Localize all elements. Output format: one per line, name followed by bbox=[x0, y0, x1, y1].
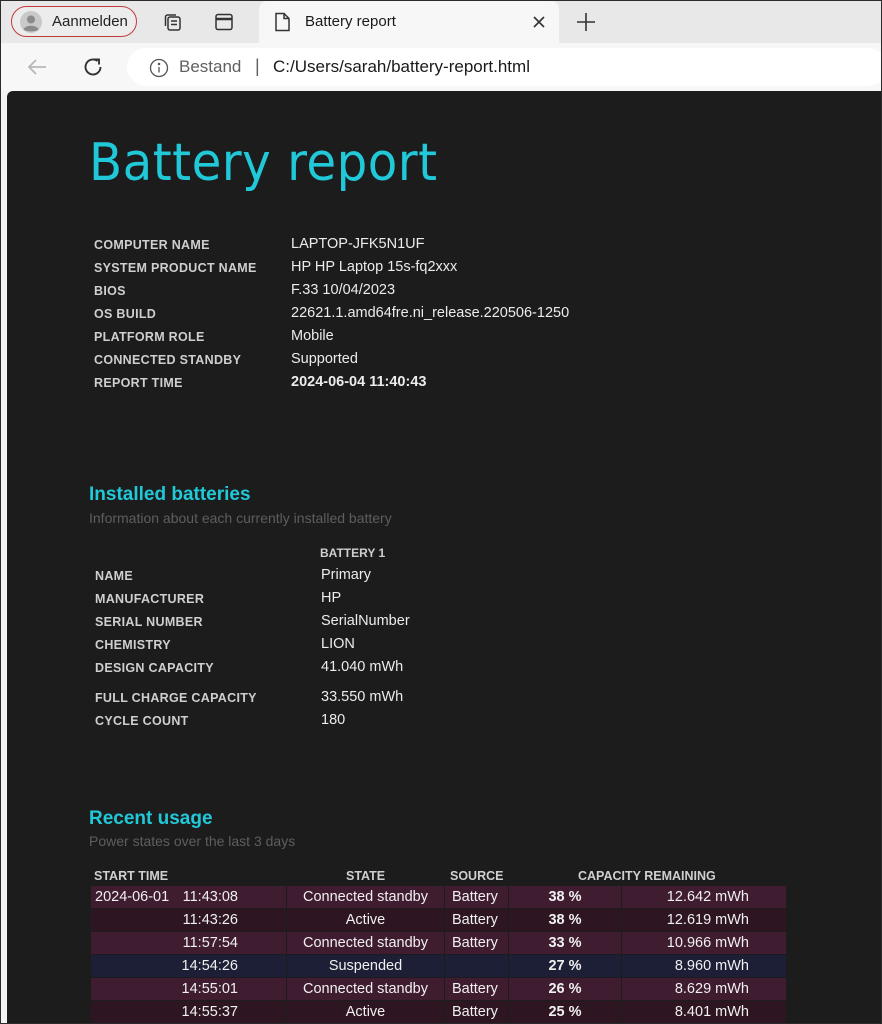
installed-batteries-heading: Installed batteries bbox=[89, 484, 251, 505]
address-separator: | bbox=[255, 56, 260, 76]
system-info-label: REPORT TIME bbox=[94, 376, 183, 390]
tab-strip: Aanmelden Battery report bbox=[1, 1, 881, 43]
avatar-icon bbox=[20, 10, 42, 33]
tab-title: Battery report bbox=[305, 13, 396, 30]
table-row: 2024-06-01 11:43:08 Connected standby Batte… bbox=[91, 886, 786, 908]
browser-window: Aanmelden Battery report Bestand | C:/Us… bbox=[0, 0, 882, 1024]
table-row: 11:57:54 Connected standby Battery 33 % 10.9… bbox=[91, 932, 786, 954]
battery-info-label: MANUFACTURER bbox=[95, 592, 205, 606]
capacity-mwh-cell: 10.966 mWh bbox=[621, 932, 786, 954]
capacity-percent-cell: 25 % bbox=[508, 1001, 621, 1023]
installed-batteries-subtitle: Information about each currently install… bbox=[89, 510, 392, 526]
battery-info-value: 180 bbox=[321, 712, 346, 728]
source-header: SOURCE bbox=[450, 869, 504, 883]
system-info-value: 2024-06-04 11:40:43 bbox=[291, 374, 427, 390]
start-time-cell: 14:55:37 bbox=[181, 1004, 238, 1020]
capacity-percent-cell: 26 % bbox=[508, 978, 621, 1000]
system-info-value: LAPTOP-JFK5N1UF bbox=[291, 236, 425, 252]
document-icon bbox=[273, 12, 291, 37]
battery-info-value: Primary bbox=[321, 567, 371, 583]
system-info-label: COMPUTER NAME bbox=[94, 238, 210, 252]
address-url[interactable]: C:/Users/sarah/battery-report.html bbox=[273, 57, 530, 77]
battery-info-label: SERIAL NUMBER bbox=[95, 615, 203, 629]
profile-label: Aanmelden bbox=[52, 13, 128, 30]
profile-button[interactable]: Aanmelden bbox=[11, 6, 137, 37]
capacity-percent-cell: 38 % bbox=[508, 909, 621, 931]
source-cell: Battery bbox=[444, 909, 508, 931]
collections-icon[interactable] bbox=[161, 11, 183, 33]
battery-info-label: CHEMISTRY bbox=[95, 638, 171, 652]
source-cell: Battery bbox=[444, 1001, 508, 1023]
capacity-mwh-cell: 8.629 mWh bbox=[621, 978, 786, 1000]
table-row: 11:43:26 Active Battery 38 % 12.619 mWh bbox=[91, 909, 786, 931]
address-bar[interactable]: Bestand | C:/Users/sarah/battery-report.… bbox=[127, 48, 881, 86]
start-time-cell: 11:43:08 bbox=[182, 889, 238, 905]
system-info-label: SYSTEM PRODUCT NAME bbox=[94, 261, 257, 275]
new-tab-icon[interactable] bbox=[575, 11, 597, 38]
source-cell: Battery bbox=[444, 886, 508, 908]
battery-column-header: BATTERY 1 bbox=[320, 546, 386, 560]
system-info-value: Mobile bbox=[291, 328, 334, 344]
start-time-cell: 11:43:26 bbox=[182, 912, 238, 928]
capacity-mwh-cell: 12.642 mWh bbox=[621, 886, 786, 908]
system-info-label: BIOS bbox=[94, 284, 126, 298]
info-icon[interactable] bbox=[149, 58, 169, 83]
system-info-label: PLATFORM ROLE bbox=[94, 330, 205, 344]
capacity-remaining-header: CAPACITY REMAINING bbox=[578, 869, 716, 883]
back-icon[interactable] bbox=[25, 55, 49, 84]
recent-usage-subtitle: Power states over the last 3 days bbox=[89, 833, 296, 849]
state-header: STATE bbox=[346, 869, 386, 883]
capacity-percent-cell: 38 % bbox=[508, 886, 621, 908]
state-cell: Active bbox=[286, 1001, 444, 1023]
battery-info-value: SerialNumber bbox=[321, 613, 410, 629]
navigation-bar: Bestand | C:/Users/sarah/battery-report.… bbox=[1, 43, 881, 91]
source-cell bbox=[444, 955, 508, 977]
battery-info-value: 33.550 mWh bbox=[321, 689, 404, 705]
capacity-percent-cell: 33 % bbox=[508, 932, 621, 954]
capacity-mwh-cell: 8.401 mWh bbox=[621, 1001, 786, 1023]
system-info-label: CONNECTED STANDBY bbox=[94, 353, 242, 367]
start-time-header: START TIME bbox=[94, 869, 169, 883]
capacity-mwh-cell: 8.960 mWh bbox=[621, 955, 786, 977]
start-time-cell: 14:54:26 bbox=[181, 958, 238, 974]
state-cell: Connected standby bbox=[286, 886, 444, 908]
system-info-value: Supported bbox=[291, 351, 358, 367]
tab-battery-report[interactable]: Battery report bbox=[259, 1, 559, 43]
system-info-value: HP HP Laptop 15s-fq2xxx bbox=[291, 259, 458, 275]
battery-info-label: FULL CHARGE CAPACITY bbox=[95, 691, 257, 705]
source-cell: Battery bbox=[444, 978, 508, 1000]
system-info-value: F.33 10/04/2023 bbox=[291, 282, 396, 298]
state-cell: Connected standby bbox=[286, 978, 444, 1000]
page-title: Battery report bbox=[89, 133, 438, 193]
page-content: Battery report COMPUTER NAME LAPTOP-JFK5N… bbox=[7, 91, 881, 1023]
source-cell: Battery bbox=[444, 932, 508, 954]
battery-info-label: CYCLE COUNT bbox=[95, 714, 189, 728]
table-row: 14:54:26 Suspended 27 % 8.960 mWh bbox=[91, 955, 786, 977]
vertical-tabs-icon[interactable] bbox=[213, 11, 235, 33]
battery-info-value: LION bbox=[321, 636, 355, 652]
capacity-mwh-cell: 12.619 mWh bbox=[621, 909, 786, 931]
system-info-value: 22621.1.amd64fre.ni_release.220506-1250 bbox=[291, 305, 570, 321]
start-time-cell: 11:57:54 bbox=[182, 935, 238, 951]
state-cell: Suspended bbox=[286, 955, 444, 977]
battery-info-value: HP bbox=[321, 590, 342, 606]
state-cell: Connected standby bbox=[286, 932, 444, 954]
recent-usage-heading: Recent usage bbox=[89, 808, 213, 829]
close-tab-icon[interactable] bbox=[529, 12, 549, 37]
table-row: 14:55:37 Active Battery 25 % 8.401 mWh bbox=[91, 1001, 786, 1023]
system-info-label: OS BUILD bbox=[94, 307, 157, 321]
capacity-percent-cell: 27 % bbox=[508, 955, 621, 977]
start-time-cell: 14:55:01 bbox=[181, 981, 238, 997]
address-scheme: Bestand bbox=[179, 57, 242, 76]
battery-info-label: DESIGN CAPACITY bbox=[95, 661, 214, 675]
reload-icon[interactable] bbox=[81, 55, 105, 84]
table-row: 14:55:01 Connected standby Battery 26 % 8.62… bbox=[91, 978, 786, 1000]
state-cell: Active bbox=[286, 909, 444, 931]
battery-info-value: 41.040 mWh bbox=[321, 659, 404, 675]
battery-info-label: NAME bbox=[95, 569, 134, 583]
